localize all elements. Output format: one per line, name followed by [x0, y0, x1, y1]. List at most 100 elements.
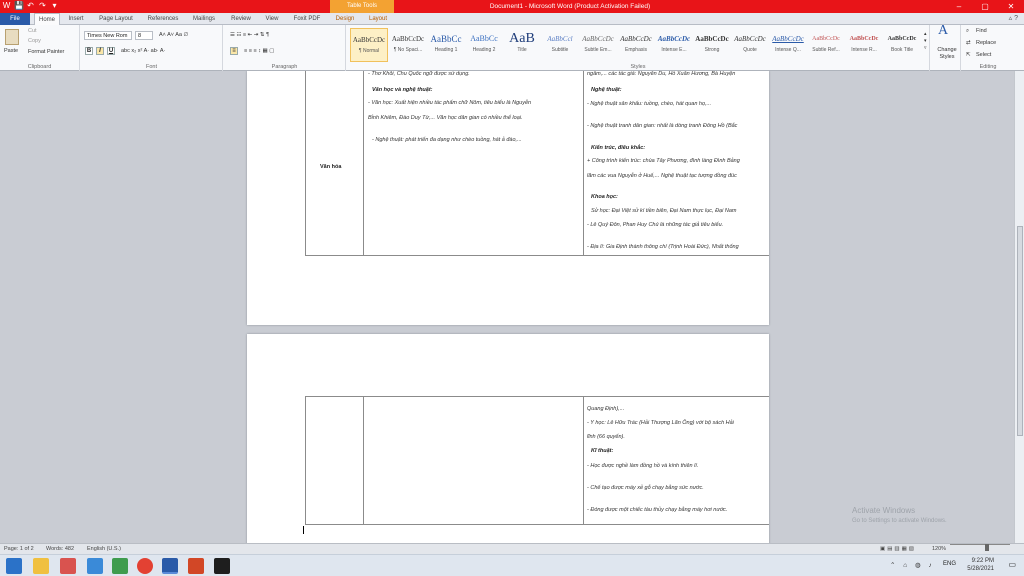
maximize-button[interactable]: ▢ — [972, 0, 998, 13]
word-count[interactable]: Words: 482 — [46, 544, 74, 554]
style-intense-quote[interactable]: AaBbCcDc Intense Q... — [769, 28, 807, 62]
vertical-scrollbar[interactable] — [1014, 71, 1024, 543]
bold-button[interactable]: B — [85, 47, 93, 55]
clock[interactable]: 9:22 PM 5/28/2021 — [967, 557, 994, 573]
copy-button[interactable]: Copy — [28, 38, 41, 45]
style-normal[interactable]: AaBbCcDc ¶ Normal — [350, 28, 388, 62]
style-quote[interactable]: AaBbCcDc Quote — [731, 28, 769, 62]
chrome-icon[interactable] — [137, 558, 153, 574]
style-preview: AaB — [509, 31, 535, 46]
style-preview: AaBbCcDc — [657, 35, 691, 43]
zoom-slider-knob[interactable] — [985, 544, 989, 551]
font-name-combo[interactable]: Times New Rom — [84, 31, 132, 40]
tab-review[interactable]: Review — [226, 13, 256, 25]
tab-foxit-pdf[interactable]: Foxit PDF — [288, 13, 326, 25]
tab-design[interactable]: Design — [332, 13, 358, 25]
language-indicator[interactable]: English (U.S.) — [87, 544, 121, 554]
word-taskbar-icon[interactable] — [162, 558, 178, 574]
table-cell-text: Bỉnh Khiêm, Đào Duy Từ,... Văn học dân g… — [368, 115, 523, 121]
find-button[interactable]: Find — [976, 28, 987, 35]
underline-button[interactable]: U — [107, 47, 115, 55]
paragraph-group: ☰ ☷ ≡ ⇤ ⇥ ⇅ ¶ ≡ ≡ ≡ ≡ ↕ ▦ ▢ Paragraph — [224, 25, 346, 71]
grow-font-icon[interactable]: A˄ A˅ Aa ∅ — [159, 32, 188, 39]
font-size-combo[interactable]: 8 — [135, 31, 153, 40]
document-area[interactable]: Văn hóa - Thơ Khôi, Chu Quốc ngữ được sử… — [0, 71, 1014, 543]
app-icon[interactable] — [214, 558, 230, 574]
windows-start-icon[interactable] — [6, 558, 22, 574]
style-intense-emphasis[interactable]: AaBbCcDc Intense E... — [655, 28, 693, 62]
tab-view[interactable]: View — [259, 13, 285, 25]
image-viewer-icon[interactable] — [112, 558, 128, 574]
style-emphasis[interactable]: AaBbCcDc Emphasis — [617, 28, 655, 62]
file-explorer-icon[interactable] — [33, 558, 49, 574]
powerpoint-icon[interactable] — [188, 558, 204, 574]
close-button[interactable]: ✕ — [998, 0, 1024, 13]
table-cell-text: lĩnh (66 quyển). — [587, 434, 625, 440]
table-cell-text: - Y học: Lê Hữu Trác (Hải Thượng Lãn Ông… — [587, 420, 734, 426]
mail-icon[interactable] — [87, 558, 103, 574]
notifications-icon[interactable]: ▭ — [1008, 560, 1016, 569]
select-icon[interactable]: ⇱ — [966, 52, 971, 59]
replace-icon[interactable]: ⇄ — [966, 40, 971, 47]
clipboard-group: Paste Cut Copy Format Painter Clipboard — [0, 25, 80, 71]
language-indicator[interactable]: ENG — [943, 561, 956, 567]
history-table: Văn hóa - Thơ Khôi, Chu Quốc ngữ được sử… — [305, 71, 769, 256]
tab-file[interactable]: File — [0, 13, 30, 25]
table-cell-text: - Thơ Khôi, Chu Quốc ngữ được sử dụng. — [368, 71, 470, 77]
cut-button[interactable]: Cut — [28, 28, 37, 35]
find-icon[interactable]: ⌕ — [966, 28, 969, 35]
change-styles-icon[interactable]: A — [938, 24, 948, 38]
tab-page-layout[interactable]: Page Layout — [93, 13, 139, 25]
table-cell-text: - Nghệ thuật sân khấu: tuồng, chèo, hát … — [587, 101, 712, 107]
scrollbar-thumb[interactable] — [1017, 226, 1023, 436]
strikethrough-icon[interactable]: abc x₂ x² A· ab· A· — [121, 48, 165, 55]
tab-insert[interactable]: Insert — [63, 13, 89, 25]
pdf-reader-icon[interactable] — [60, 558, 76, 574]
style-book-title[interactable]: AaBbCcDc Book Title — [883, 28, 921, 62]
style-intense-reference[interactable]: AaBbCcDc Intense R... — [845, 28, 883, 62]
styles-scroll-icon[interactable]: ▴ ▾ ▿ — [924, 31, 927, 52]
bullets-icon[interactable]: ☰ ☷ ≡ ⇤ ⇥ ⇅ ¶ — [230, 32, 269, 39]
align-center-icon[interactable]: ≡ ≡ ≡ ↕ ▦ ▢ — [244, 48, 274, 55]
clipboard-label: Clipboard — [27, 64, 52, 70]
page-2[interactable]: Quang Định),... - Y học: Lê Hữu Trác (Hả… — [247, 334, 769, 543]
style-subtle-reference[interactable]: AaBbCcDc Subtle Ref... — [807, 28, 845, 62]
zoom-level[interactable]: 120% — [932, 544, 946, 554]
customize-qat-icon[interactable]: ▾ — [50, 1, 59, 11]
style-title[interactable]: AaB Title — [503, 28, 541, 62]
page-count[interactable]: Page: 1 of 2 — [4, 544, 34, 554]
style-preview: AaBbCcDc — [352, 36, 386, 44]
view-buttons-icon[interactable]: ▣▤▥▦▧ — [880, 544, 916, 554]
tab-mailings[interactable]: Mailings — [187, 13, 221, 25]
undo-icon[interactable]: ↶ — [26, 1, 35, 11]
redo-icon[interactable]: ↷ — [38, 1, 47, 11]
save-icon[interactable]: 💾 — [14, 1, 24, 11]
system-tray-icons[interactable]: ⌃ ⌂ ◍ ♪ — [890, 561, 935, 569]
paste-button[interactable]: Paste — [4, 48, 18, 55]
change-styles-button[interactable]: Change Styles — [933, 47, 961, 61]
page-1[interactable]: Văn hóa - Thơ Khôi, Chu Quốc ngữ được sử… — [247, 71, 769, 325]
style-strong[interactable]: AaBbCcDc Strong — [693, 28, 731, 62]
zoom-slider[interactable] — [950, 544, 1010, 545]
style-name: Strong — [704, 47, 720, 53]
minimize-button[interactable]: – — [946, 0, 972, 13]
window-title: Document1 - Microsoft Word (Product Acti… — [489, 3, 651, 10]
tab-references[interactable]: References — [143, 13, 183, 25]
style-heading-1[interactable]: AaBbCc Heading 1 — [427, 28, 465, 62]
replace-button[interactable]: Replace — [976, 40, 996, 47]
style-subtitle[interactable]: AaBbCcl Subtitle — [541, 28, 579, 62]
paste-icon[interactable] — [5, 29, 19, 45]
style-no-spacing[interactable]: AaBbCcDc ¶ No Spaci... — [389, 28, 427, 62]
format-painter-button[interactable]: Format Painter — [28, 49, 64, 56]
tab-layout[interactable]: Layout — [365, 13, 391, 25]
italic-button[interactable]: I — [96, 47, 104, 55]
style-subtle-emphasis[interactable]: AaBbCcDc Subtle Em... — [579, 28, 617, 62]
help-icon[interactable]: ▵ ? — [1009, 14, 1018, 22]
table-cell-text: + Công trình kiến trúc: chùa Tây Phương,… — [587, 158, 740, 164]
align-left-button[interactable]: ≡ — [230, 47, 238, 55]
style-heading-2[interactable]: AaBbCc Heading 2 — [465, 28, 503, 62]
table-column-divider — [363, 71, 364, 255]
tab-home[interactable]: Home — [34, 13, 60, 25]
style-name: Subtle Em... — [584, 47, 612, 53]
select-button[interactable]: Select — [976, 52, 991, 59]
